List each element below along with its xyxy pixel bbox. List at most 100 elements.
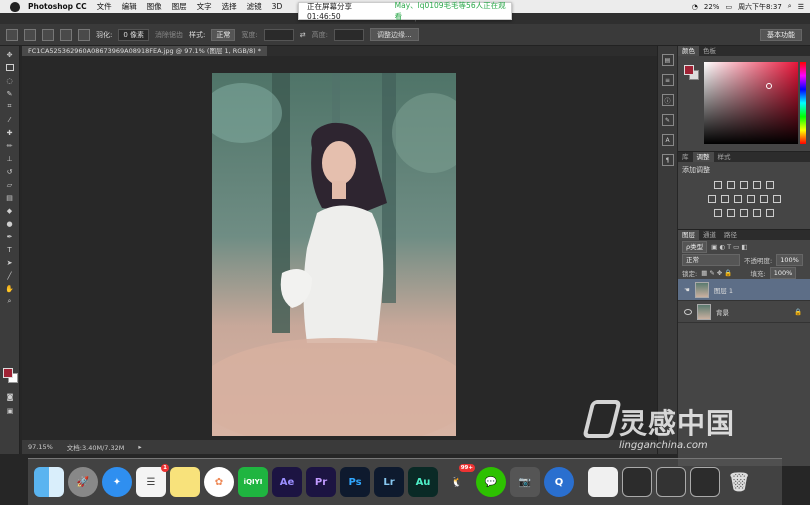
window-thumb-icon[interactable] bbox=[690, 467, 720, 497]
move-tool[interactable]: ✥ bbox=[5, 50, 15, 59]
layer-row[interactable]: ☚ 图层 1 bbox=[678, 279, 810, 301]
capture-icon[interactable]: 📷 bbox=[510, 467, 540, 497]
curves-icon[interactable] bbox=[740, 181, 748, 189]
color-picker-handle[interactable] bbox=[766, 83, 772, 89]
safari-icon[interactable]: ✦ bbox=[102, 467, 132, 497]
quick-select-tool[interactable]: ✎ bbox=[5, 89, 15, 98]
color-balance-icon[interactable] bbox=[720, 195, 729, 203]
color-field[interactable] bbox=[704, 62, 798, 144]
vibrance-icon[interactable] bbox=[766, 181, 774, 189]
info-panel-icon[interactable]: ⓘ bbox=[661, 94, 674, 106]
paragraph-panel-icon[interactable]: ¶ bbox=[661, 154, 674, 166]
document-tab[interactable]: FC1CA525362960A08673969A08918FEA.jpg @ 9… bbox=[22, 46, 267, 56]
notes-icon[interactable] bbox=[170, 467, 200, 497]
window-thumb-icon[interactable] bbox=[656, 467, 686, 497]
zoom-tool[interactable]: ⌕ bbox=[5, 297, 15, 306]
gradient-map-icon[interactable] bbox=[753, 209, 761, 217]
menu-filter[interactable]: 滤镜 bbox=[247, 1, 262, 12]
status-arrow-icon[interactable]: ▸ bbox=[138, 443, 141, 451]
tab-paths[interactable]: 路径 bbox=[720, 230, 741, 240]
selective-color-icon[interactable] bbox=[766, 209, 774, 217]
character-panel-icon[interactable]: A bbox=[661, 134, 674, 146]
swap-icon[interactable]: ⇄ bbox=[300, 31, 306, 39]
trash-icon[interactable]: 🗑 bbox=[724, 467, 754, 497]
after-effects-icon[interactable]: Ae bbox=[272, 467, 302, 497]
search-icon[interactable]: ⌕ bbox=[788, 2, 792, 11]
lightroom-icon[interactable]: Lr bbox=[374, 467, 404, 497]
menu-file[interactable]: 文件 bbox=[97, 1, 112, 12]
wechat-icon[interactable]: 💬 bbox=[476, 467, 506, 497]
subtract-selection-button[interactable] bbox=[60, 28, 72, 41]
qq-icon[interactable]: 🐧 99+ bbox=[442, 464, 475, 497]
layer-row[interactable]: 背景 🔒 bbox=[678, 301, 810, 323]
premiere-icon[interactable]: Pr bbox=[306, 467, 336, 497]
wifi-icon[interactable]: ◔ bbox=[692, 3, 698, 11]
blur-tool[interactable]: ◆ bbox=[5, 206, 15, 215]
width-input[interactable] bbox=[263, 28, 294, 41]
eyedropper-tool[interactable]: ⁄ bbox=[5, 115, 15, 124]
invert-icon[interactable] bbox=[714, 209, 722, 217]
launchpad-icon[interactable]: 🚀 bbox=[68, 467, 98, 497]
menu-type[interactable]: 文字 bbox=[197, 1, 212, 12]
blend-mode-dropdown[interactable]: 正常 bbox=[682, 253, 740, 266]
finder-icon[interactable] bbox=[34, 467, 64, 497]
dodge-tool[interactable]: ● bbox=[5, 219, 15, 228]
photos-icon[interactable]: ✿ bbox=[204, 467, 234, 497]
channel-mixer-icon[interactable] bbox=[759, 195, 768, 203]
menu-edit[interactable]: 编辑 bbox=[122, 1, 137, 12]
quicktime-icon[interactable]: Q bbox=[544, 467, 574, 497]
hand-tool[interactable]: ✋ bbox=[5, 284, 15, 293]
apple-icon[interactable] bbox=[10, 1, 20, 12]
feather-input[interactable]: 0 像素 bbox=[118, 28, 150, 41]
path-select-tool[interactable]: ➤ bbox=[5, 258, 15, 267]
style-dropdown[interactable]: 正常 bbox=[211, 28, 236, 41]
layer-name[interactable]: 背景 bbox=[716, 307, 729, 317]
new-selection-button[interactable] bbox=[24, 28, 36, 41]
foreground-color-swatch[interactable] bbox=[3, 368, 13, 378]
history-brush-tool[interactable]: ↺ bbox=[5, 167, 15, 176]
fill-input[interactable]: 100% bbox=[769, 266, 797, 279]
layer-kind-filter[interactable]: ρ类型 bbox=[682, 240, 708, 253]
opacity-input[interactable]: 100% bbox=[776, 253, 803, 266]
posterize-icon[interactable] bbox=[727, 209, 735, 217]
visibility-eye-icon[interactable] bbox=[684, 308, 692, 315]
type-tool[interactable]: T bbox=[5, 245, 15, 254]
intersect-selection-button[interactable] bbox=[78, 28, 90, 41]
menu-select[interactable]: 选择 bbox=[222, 1, 237, 12]
screen-mode-icon[interactable]: ▣ bbox=[5, 406, 15, 415]
healing-tool[interactable]: ✚ bbox=[5, 128, 15, 137]
brush-tool[interactable]: ✏ bbox=[5, 141, 15, 150]
iqiyi-icon[interactable]: iQIYI bbox=[238, 467, 268, 497]
tab-channels[interactable]: 通道 bbox=[699, 230, 720, 240]
window-thumb-icon[interactable] bbox=[622, 467, 652, 497]
shape-tool[interactable]: ╱ bbox=[5, 271, 15, 280]
zoom-level[interactable]: 97.15% bbox=[28, 443, 53, 451]
battery-percent[interactable]: 22% bbox=[704, 3, 720, 11]
panel-foreground-swatch[interactable] bbox=[684, 65, 694, 75]
audition-icon[interactable]: Au bbox=[408, 467, 438, 497]
tab-color[interactable]: 颜色 bbox=[678, 46, 699, 56]
add-selection-button[interactable] bbox=[42, 28, 54, 41]
menu-image[interactable]: 图像 bbox=[147, 1, 162, 12]
lock-icons[interactable]: ▦ ✎ ✥ 🔒 bbox=[701, 269, 732, 277]
levels-icon[interactable] bbox=[727, 181, 735, 189]
hue-saturation-icon[interactable] bbox=[707, 195, 716, 203]
layer-name[interactable]: 图层 1 bbox=[714, 285, 733, 295]
exposure-icon[interactable] bbox=[753, 181, 761, 189]
tab-libraries[interactable]: 库 bbox=[678, 152, 693, 162]
clock[interactable]: 周六下午8:37 bbox=[738, 2, 782, 12]
document-size[interactable]: 文档:3.40M/7.32M bbox=[67, 442, 125, 452]
workspace-dropdown[interactable]: 基本功能 bbox=[760, 29, 802, 41]
marquee-tool[interactable] bbox=[5, 63, 15, 72]
refine-edge-button[interactable]: 调整边缘... bbox=[370, 28, 419, 41]
marquee-preset-button[interactable] bbox=[6, 28, 18, 41]
photo-filter-icon[interactable] bbox=[746, 195, 755, 203]
eraser-tool[interactable]: ▱ bbox=[5, 180, 15, 189]
list-icon[interactable]: ☰ bbox=[798, 3, 804, 11]
height-input[interactable] bbox=[334, 28, 364, 41]
document-image[interactable] bbox=[212, 73, 456, 436]
preview-thumb-icon[interactable] bbox=[588, 467, 618, 497]
tab-swatches[interactable]: 色板 bbox=[699, 46, 720, 56]
menu-3d[interactable]: 3D bbox=[272, 2, 283, 11]
threshold-icon[interactable] bbox=[740, 209, 748, 217]
